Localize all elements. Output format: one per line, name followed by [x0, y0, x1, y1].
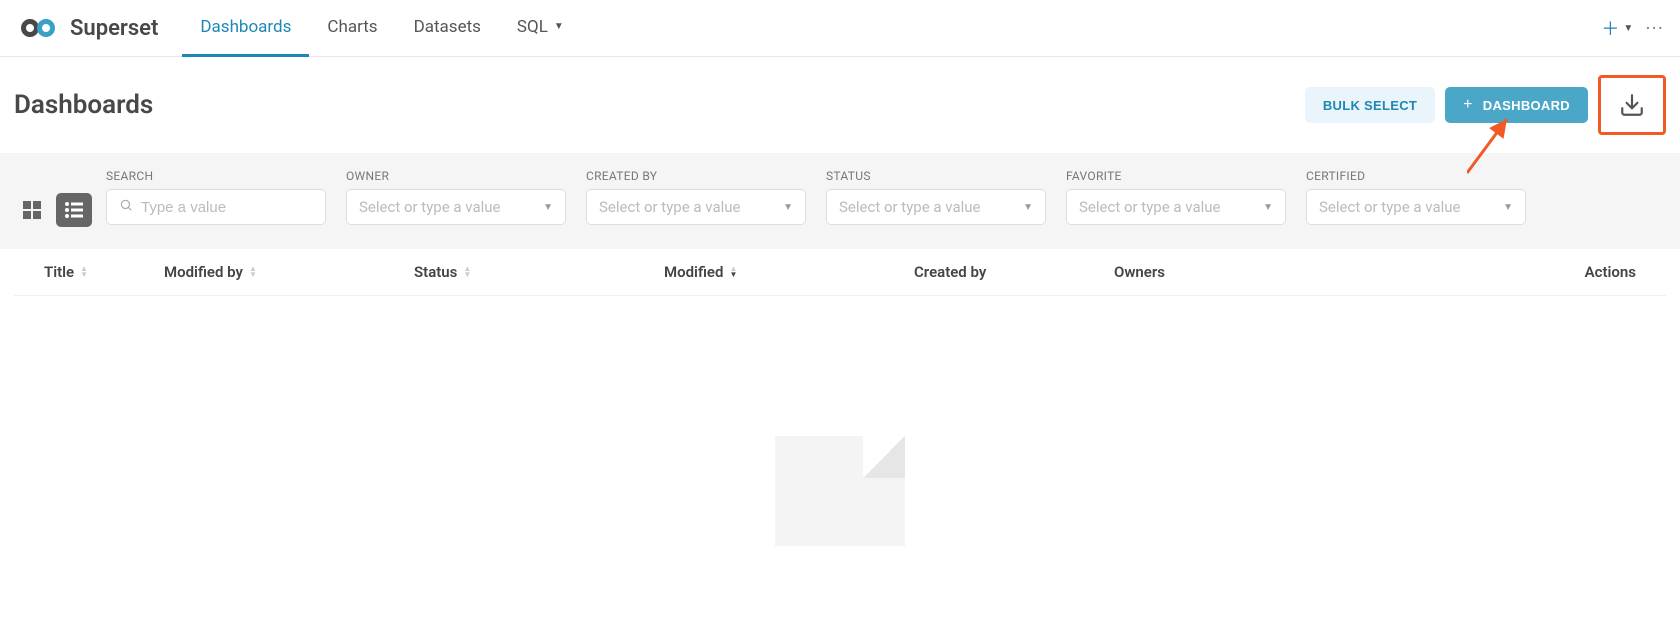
status-select[interactable]: Select or type a value ▼	[826, 189, 1046, 225]
filter-created-by: CREATED BY Select or type a value ▼	[586, 169, 806, 225]
col-title[interactable]: Title ▲▼	[44, 263, 164, 281]
sort-icon: ▲▼	[463, 266, 471, 278]
empty-file-icon	[775, 436, 905, 546]
plus-icon: +	[1463, 96, 1473, 114]
grid-view-button[interactable]	[14, 193, 50, 227]
filter-favorite: FAVORITE Select or type a value ▼	[1066, 169, 1286, 225]
brand-name: Superset	[70, 16, 158, 41]
nav-datasets[interactable]: Datasets	[396, 0, 499, 57]
search-icon	[119, 198, 133, 216]
col-modified-by[interactable]: Modified by ▲▼	[164, 263, 414, 281]
table-header: Title ▲▼ Modified by ▲▼ Status ▲▼ Modifi…	[14, 249, 1666, 296]
nav-right: ＋ ▼ ···	[1601, 15, 1664, 41]
filter-certified: CERTIFIED Select or type a value ▼	[1306, 169, 1526, 225]
header-actions: BULK SELECT + DASHBOARD	[1305, 75, 1666, 135]
more-menu-button[interactable]: ···	[1645, 16, 1664, 40]
page-title: Dashboards	[14, 90, 153, 120]
filter-label: CERTIFIED	[1306, 169, 1526, 183]
sort-icon: ▲▼	[729, 266, 737, 278]
favorite-select[interactable]: Select or type a value ▼	[1066, 189, 1286, 225]
add-menu-button[interactable]: ＋ ▼	[1601, 15, 1633, 41]
filter-label: OWNER	[346, 169, 566, 183]
filter-label: CREATED BY	[586, 169, 806, 183]
empty-state	[14, 296, 1666, 546]
select-placeholder: Select or type a value	[839, 198, 1023, 216]
filter-owner: OWNER Select or type a value ▼	[346, 169, 566, 225]
certified-select[interactable]: Select or type a value ▼	[1306, 189, 1526, 225]
search-input-wrap[interactable]	[106, 189, 326, 225]
nav-sql[interactable]: SQL ▼	[499, 0, 582, 57]
logo-icon	[16, 16, 64, 40]
page-header: Dashboards BULK SELECT + DASHBOARD	[0, 57, 1680, 153]
chevron-down-icon: ▼	[1023, 202, 1033, 213]
col-actions: Actions	[1334, 263, 1636, 281]
search-input[interactable]	[141, 199, 340, 216]
chevron-down-icon: ▼	[1263, 202, 1273, 213]
sort-icon: ▲▼	[80, 266, 88, 278]
filter-status: STATUS Select or type a value ▼	[826, 169, 1046, 225]
import-button[interactable]	[1598, 75, 1666, 135]
filter-label: SEARCH	[106, 169, 326, 183]
col-status[interactable]: Status ▲▼	[414, 263, 664, 281]
filters: SEARCH OWNER Select or type a value ▼ CR…	[106, 169, 1666, 225]
bulk-select-button[interactable]: BULK SELECT	[1305, 87, 1435, 123]
col-modified[interactable]: Modified ▲▼	[664, 263, 914, 281]
button-label: DASHBOARD	[1483, 98, 1570, 113]
nav-dashboards[interactable]: Dashboards	[182, 0, 309, 57]
caret-down-icon: ▼	[554, 21, 564, 32]
brand-logo[interactable]: Superset	[16, 16, 158, 41]
caret-down-icon: ▼	[1623, 23, 1633, 34]
nav-label: Dashboards	[200, 17, 291, 37]
nav-items: Dashboards Charts Datasets SQL ▼	[182, 0, 581, 57]
nav-label: Datasets	[414, 17, 481, 37]
filter-search: SEARCH	[106, 169, 326, 225]
nav-charts[interactable]: Charts	[309, 0, 395, 57]
filter-label: STATUS	[826, 169, 1046, 183]
select-placeholder: Select or type a value	[1319, 198, 1503, 216]
chevron-down-icon: ▼	[543, 202, 553, 213]
select-placeholder: Select or type a value	[359, 198, 543, 216]
filter-label: FAVORITE	[1066, 169, 1286, 183]
dashboards-table: Title ▲▼ Modified by ▲▼ Status ▲▼ Modifi…	[14, 249, 1666, 546]
view-toggle	[14, 193, 92, 227]
create-dashboard-button[interactable]: + DASHBOARD	[1445, 87, 1588, 123]
created-by-select[interactable]: Select or type a value ▼	[586, 189, 806, 225]
select-placeholder: Select or type a value	[599, 198, 783, 216]
plus-icon: ＋	[1601, 15, 1619, 41]
owner-select[interactable]: Select or type a value ▼	[346, 189, 566, 225]
top-nav: Superset Dashboards Charts Datasets SQL …	[0, 0, 1680, 57]
list-view-button[interactable]	[56, 193, 92, 227]
nav-label: SQL	[517, 17, 548, 37]
col-owners: Owners	[1114, 263, 1334, 281]
filter-bar: SEARCH OWNER Select or type a value ▼ CR…	[0, 153, 1680, 249]
download-icon	[1619, 92, 1645, 118]
chevron-down-icon: ▼	[1503, 202, 1513, 213]
select-placeholder: Select or type a value	[1079, 198, 1263, 216]
sort-icon: ▲▼	[249, 266, 257, 278]
chevron-down-icon: ▼	[783, 202, 793, 213]
col-created-by: Created by	[914, 263, 1114, 281]
nav-label: Charts	[327, 17, 377, 37]
